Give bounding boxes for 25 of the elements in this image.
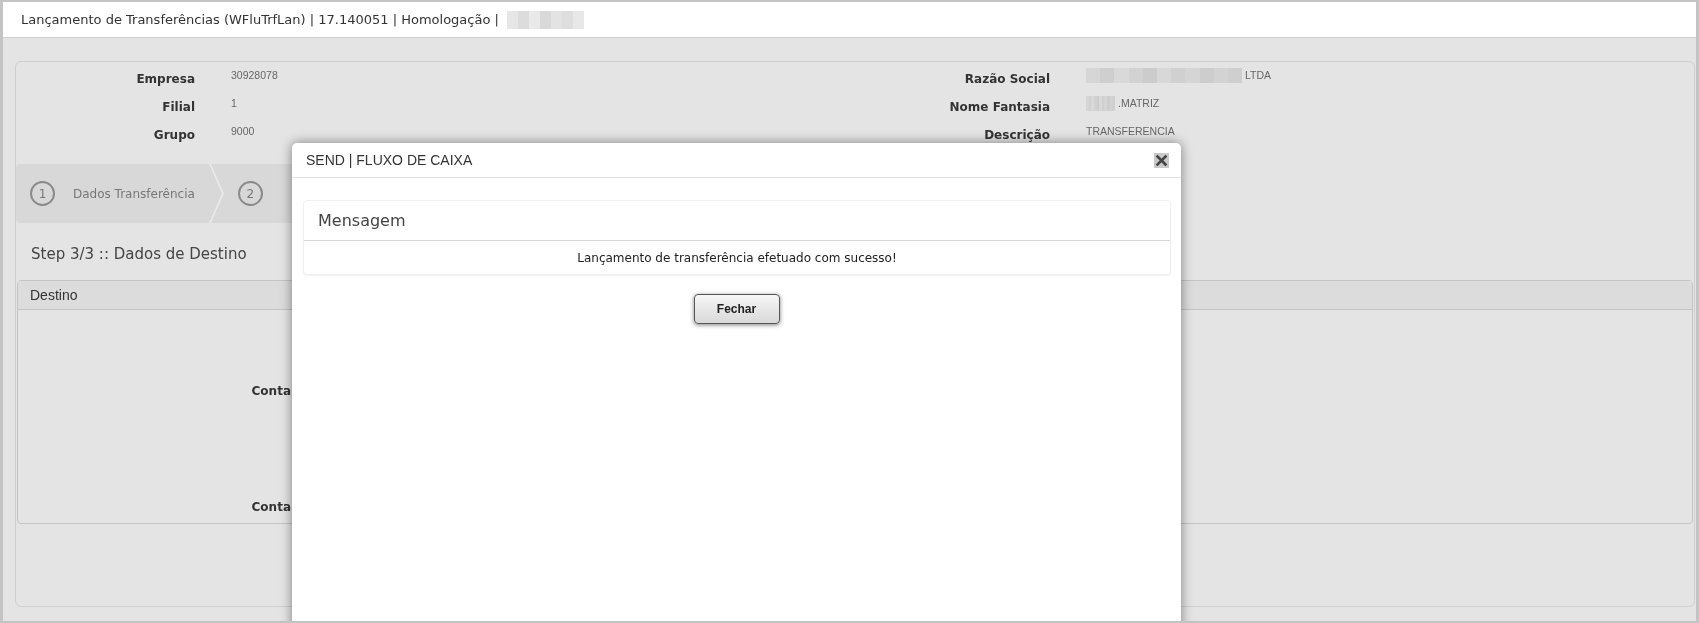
- field-label: Descrição: [984, 128, 1050, 142]
- close-dialog-button[interactable]: Fechar: [693, 294, 780, 324]
- field-label: Nome Fantasia: [949, 100, 1050, 114]
- field-value: 1: [231, 97, 237, 110]
- message-text: Lançamento de transferência efetuado com sucesso!: [577, 249, 897, 267]
- window-title: Lançamento de Transferências (WFluTrfLan) | 17.140051 | Homologação |: [21, 10, 499, 29]
- panel-title: Destino: [30, 285, 78, 305]
- field-label: Conta: [251, 383, 291, 400]
- field-label: Conta: [251, 499, 291, 516]
- modal-title: SEND | FLUXO DE CAIXA: [306, 150, 473, 170]
- field-value: LTDA: [1245, 69, 1272, 82]
- step-label: Dados Transferência: [73, 185, 195, 203]
- field-label: Empresa: [136, 72, 195, 86]
- field-label: Filial: [162, 100, 195, 114]
- field-label: Grupo: [153, 128, 195, 142]
- field-value: 9000: [231, 125, 255, 138]
- message-title: Mensagem: [318, 209, 406, 232]
- close-icon[interactable]: [1154, 152, 1169, 168]
- field-label: Razão Social: [964, 72, 1050, 86]
- step-title: Step 3/3 :: Dados de Destino: [31, 244, 247, 264]
- field-value: 30928078: [231, 69, 278, 82]
- step-number: 1: [30, 181, 55, 206]
- step-number: 2: [237, 181, 263, 206]
- field-value: .MATRIZ: [1118, 97, 1160, 110]
- field-value: TRANSFERENCIA: [1086, 125, 1175, 138]
